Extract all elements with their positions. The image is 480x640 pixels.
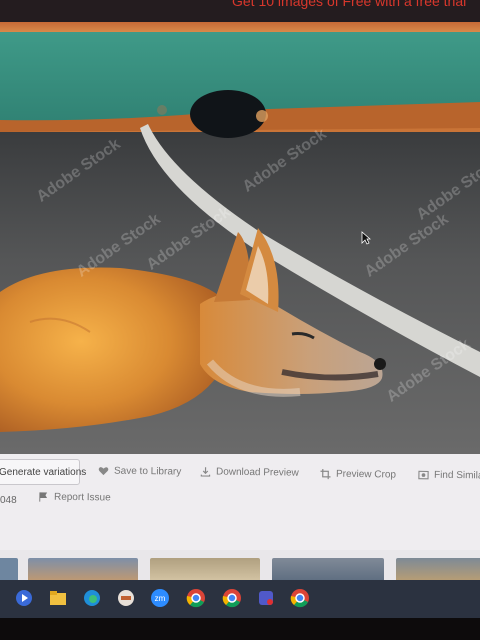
report-issue-button[interactable]: Report Issue <box>38 491 111 504</box>
save-to-library-label: Save to Library <box>113 465 182 478</box>
crop-icon <box>320 468 331 480</box>
thumbnail[interactable] <box>0 558 18 580</box>
save-to-library-button[interactable]: Save to Library <box>98 465 182 478</box>
report-issue-label: Report Issue <box>53 491 111 504</box>
edge-icon[interactable] <box>82 588 102 608</box>
file-id: 048 <box>0 495 17 506</box>
generate-variations-label: Generate variations <box>0 466 87 478</box>
thumbnail[interactable] <box>272 558 384 580</box>
find-similar-button[interactable]: Find Similar <box>418 469 480 482</box>
taskbar: zm <box>0 580 480 618</box>
fox-photo-illustration <box>0 32 480 454</box>
file-explorer-icon[interactable] <box>48 588 68 608</box>
media-player-icon[interactable] <box>14 588 34 608</box>
download-icon <box>200 467 211 477</box>
accent-divider <box>0 22 480 32</box>
download-preview-button[interactable]: Download Preview <box>200 466 299 479</box>
generate-variations-button[interactable]: Generate variations <box>0 459 86 485</box>
action-bar: Generate variations Save to Library Down… <box>0 454 480 550</box>
similar-images-strip <box>0 550 480 580</box>
thumbnail[interactable] <box>150 558 260 580</box>
image-search-icon <box>418 470 429 480</box>
screen-bezel <box>0 618 480 640</box>
preview-crop-label: Preview Crop <box>335 468 397 481</box>
chrome-icon[interactable] <box>222 588 242 608</box>
mouse-cursor-icon <box>361 231 371 245</box>
thumbnail[interactable] <box>396 558 480 580</box>
preview-crop-button[interactable]: Preview Crop <box>320 468 397 481</box>
zoom-icon[interactable]: zm <box>150 588 170 608</box>
download-preview-label: Download Preview <box>215 466 299 479</box>
promo-text[interactable]: Get 10 images of Free with a free trial <box>232 0 466 9</box>
zoom-label: zm <box>155 594 166 603</box>
find-similar-label: Find Similar <box>433 469 480 482</box>
thumbnail[interactable] <box>28 558 138 580</box>
stock-photo[interactable]: Adobe Stock Adobe Stock Adobe Stock Adob… <box>0 32 480 454</box>
teams-icon[interactable] <box>256 588 276 608</box>
top-bar: Get 10 images of Free with a free trial <box>0 0 480 22</box>
app-icon[interactable] <box>116 588 136 608</box>
chrome-icon[interactable] <box>186 588 206 608</box>
chrome-icon[interactable] <box>290 588 310 608</box>
flag-icon <box>39 492 48 502</box>
heart-icon <box>98 467 109 476</box>
